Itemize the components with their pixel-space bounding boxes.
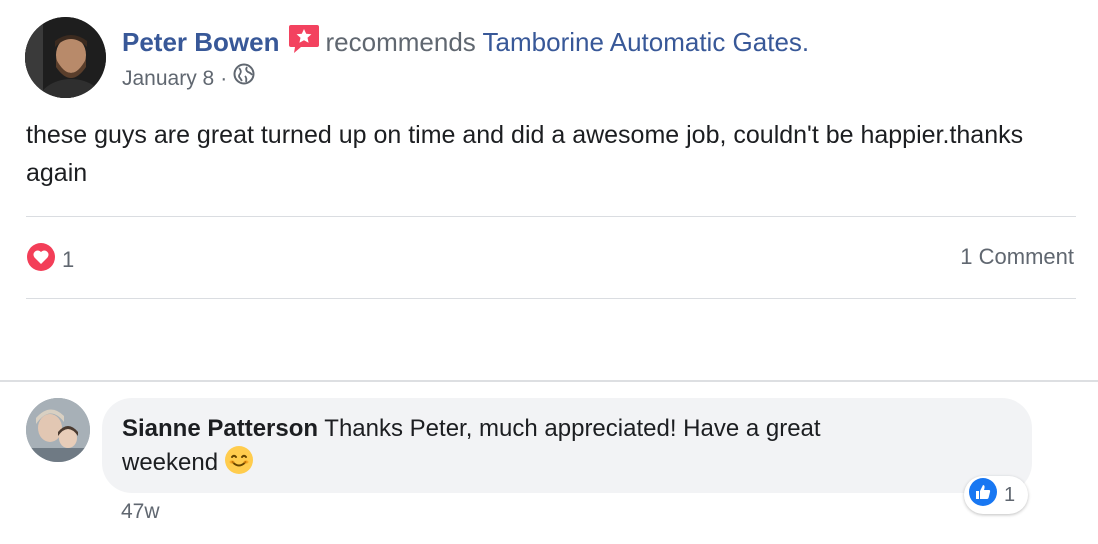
reaction-summary[interactable]: 1 xyxy=(26,242,74,278)
comment-body: Sianne Patterson Thanks Peter, much appr… xyxy=(122,413,922,484)
post-date-link[interactable]: January 8 xyxy=(122,64,214,94)
comment-timestamp-link[interactable]: 47w xyxy=(121,500,160,524)
post-meta: January 8 · xyxy=(122,63,255,94)
page-name-link[interactable]: Tamborine Automatic Gates. xyxy=(483,27,810,57)
post-card: Peter Bowen recommends Tamborine Automat… xyxy=(0,0,1098,380)
comment-like-count: 1 xyxy=(1004,483,1016,506)
comment-reaction-badge[interactable]: 1 xyxy=(964,476,1028,514)
meta-separator: · xyxy=(220,66,228,90)
comment-count-link[interactable]: 1 Comment xyxy=(960,244,1074,270)
section-separator xyxy=(0,380,1098,382)
author-avatar[interactable] xyxy=(25,17,106,98)
globe-icon[interactable] xyxy=(233,63,255,94)
author-name-link[interactable]: Peter Bowen xyxy=(122,27,280,57)
recommend-star-badge-icon xyxy=(288,24,320,62)
commenter-name-link[interactable]: Sianne Patterson xyxy=(122,415,318,442)
divider xyxy=(26,298,1076,299)
like-thumb-icon xyxy=(968,477,998,513)
post-text: these guys are great turned up on time a… xyxy=(26,121,1024,187)
recommends-label: recommends xyxy=(325,27,476,57)
comment-bubble: Sianne Patterson Thanks Peter, much appr… xyxy=(102,398,1032,493)
divider xyxy=(26,216,1076,217)
commenter-avatar[interactable] xyxy=(26,398,90,462)
love-heart-icon xyxy=(26,242,56,278)
post-header: Peter Bowen recommends Tamborine Automat… xyxy=(122,24,809,62)
smiling-face-emoji xyxy=(224,445,254,484)
reaction-count: 1 xyxy=(62,247,75,272)
